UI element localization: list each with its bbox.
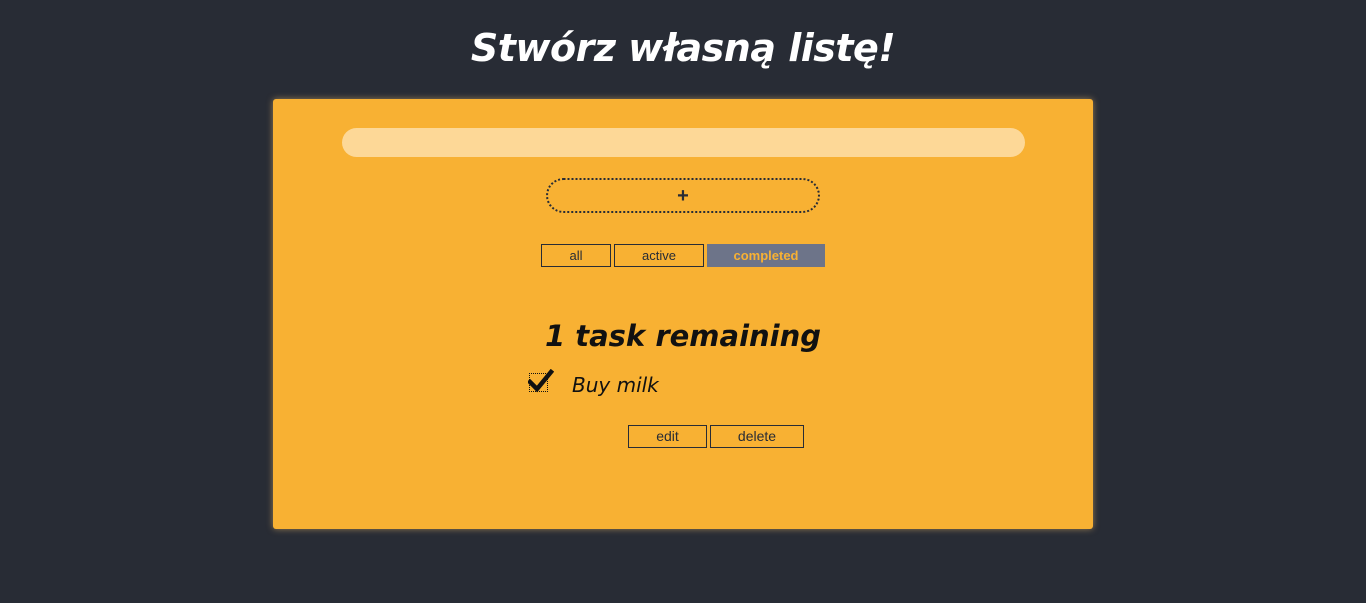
filter-all-button[interactable]: all [541,244,611,267]
todo-checkbox[interactable] [528,369,554,393]
filter-completed-button[interactable]: completed [707,244,825,267]
edit-button[interactable]: edit [628,425,707,448]
tasks-remaining-heading: 1 task remaining [544,319,822,353]
todo-item: Buy milk [528,369,848,401]
add-task-button[interactable]: + [546,178,820,213]
checkmark-icon [528,369,554,393]
filter-active-button[interactable]: active [614,244,704,267]
page-title: Stwórz własną listę! [470,26,896,70]
new-task-input[interactable] [342,128,1025,157]
todo-label: Buy milk [572,373,659,397]
todo-card: + all active completed 1 task remaining … [273,99,1093,529]
delete-button[interactable]: delete [710,425,804,448]
